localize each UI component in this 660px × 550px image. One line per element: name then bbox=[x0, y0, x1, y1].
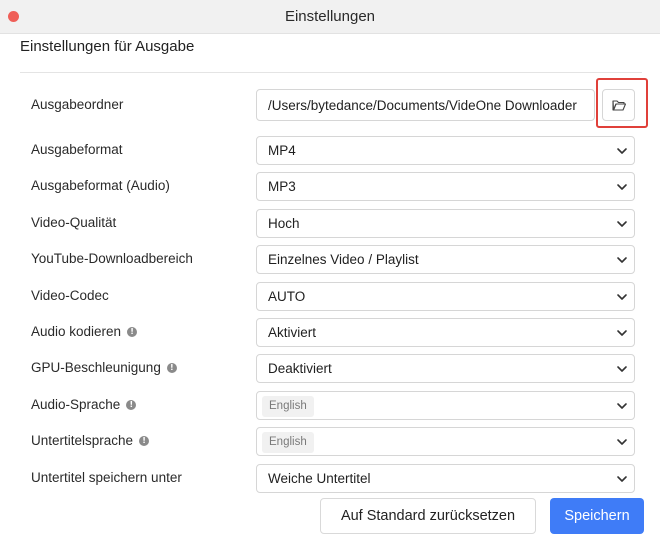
setting-label-video-codec: Video-Codec bbox=[31, 288, 109, 303]
setting-label-text: Video-Qualität bbox=[31, 215, 117, 230]
selected-value: AUTO bbox=[268, 289, 306, 304]
chevron-down-icon bbox=[617, 294, 627, 300]
setting-label-text: Audio-Sprache bbox=[31, 397, 121, 412]
chevron-down-icon bbox=[617, 184, 627, 190]
highlight-box bbox=[596, 78, 648, 128]
setting-label-text: Video-Codec bbox=[31, 288, 109, 303]
chevron-down-icon bbox=[617, 221, 627, 227]
output-folder-path-value: /Users/bytedance/Documents/VideOne Downl… bbox=[268, 98, 577, 113]
chevron-down-icon bbox=[617, 366, 627, 372]
chevron-down-icon bbox=[617, 439, 627, 445]
setting-label-text: Audio kodieren bbox=[31, 324, 122, 339]
setting-select-youtube-range[interactable]: Einzelnes Video / Playlist bbox=[256, 245, 635, 274]
setting-label-gpu-accel: GPU-Beschleunigung! bbox=[31, 360, 177, 375]
setting-select-output-format-audio[interactable]: MP3 bbox=[256, 172, 635, 201]
section-title: Einstellungen für Ausgabe bbox=[20, 38, 195, 55]
setting-select-gpu-accel[interactable]: Deaktiviert bbox=[256, 354, 635, 383]
selected-chip: English bbox=[262, 396, 314, 417]
chevron-down-icon bbox=[617, 476, 627, 482]
output-folder-label: Ausgabeordner bbox=[31, 97, 123, 112]
setting-label-text: YouTube-Downloadbereich bbox=[31, 251, 193, 266]
info-icon[interactable]: ! bbox=[166, 362, 177, 373]
setting-select-video-quality[interactable]: Hoch bbox=[256, 209, 635, 238]
setting-select-subtitle-save-as[interactable]: Weiche Untertitel bbox=[256, 464, 635, 493]
setting-select-audio-encode[interactable]: Aktiviert bbox=[256, 318, 635, 347]
setting-select-video-codec[interactable]: AUTO bbox=[256, 282, 635, 311]
chevron-down-icon bbox=[617, 330, 627, 336]
setting-label-subtitle-language: Untertitelsprache! bbox=[31, 433, 150, 448]
info-icon[interactable]: ! bbox=[127, 326, 138, 337]
selected-value: MP3 bbox=[268, 179, 296, 194]
chevron-down-icon bbox=[617, 257, 627, 263]
chevron-down-icon bbox=[617, 403, 627, 409]
section-divider bbox=[20, 72, 642, 73]
selected-value: Weiche Untertitel bbox=[268, 471, 371, 486]
chevron-down-icon bbox=[617, 148, 627, 154]
selected-chip: English bbox=[262, 432, 314, 453]
setting-label-text: Untertitel speichern unter bbox=[31, 470, 182, 485]
info-icon[interactable]: ! bbox=[139, 435, 150, 446]
setting-select-audio-language[interactable]: English bbox=[256, 391, 635, 420]
selected-value: Aktiviert bbox=[268, 325, 317, 340]
setting-label-text: GPU-Beschleunigung bbox=[31, 360, 161, 375]
setting-label-text: Ausgabeformat (Audio) bbox=[31, 178, 170, 193]
setting-select-output-format[interactable]: MP4 bbox=[256, 136, 635, 165]
selected-value: Hoch bbox=[268, 216, 300, 231]
scrollbar[interactable] bbox=[655, 40, 658, 510]
title-bar: Einstellungen bbox=[0, 0, 660, 34]
setting-label-subtitle-save-as: Untertitel speichern unter bbox=[31, 470, 182, 485]
setting-label-output-format: Ausgabeformat bbox=[31, 142, 123, 157]
selected-value: Deaktiviert bbox=[268, 361, 332, 376]
selected-value: Einzelnes Video / Playlist bbox=[268, 252, 419, 267]
setting-label-output-format-audio: Ausgabeformat (Audio) bbox=[31, 178, 170, 193]
setting-label-audio-language: Audio-Sprache! bbox=[31, 397, 137, 412]
setting-label-audio-encode: Audio kodieren! bbox=[31, 324, 138, 339]
window-title: Einstellungen bbox=[284, 8, 376, 25]
setting-select-subtitle-language[interactable]: English bbox=[256, 427, 635, 456]
setting-label-text: Untertitelsprache bbox=[31, 433, 134, 448]
output-folder-path-field[interactable]: /Users/bytedance/Documents/VideOne Downl… bbox=[256, 89, 595, 121]
info-icon[interactable]: ! bbox=[126, 399, 137, 410]
setting-label-youtube-range: YouTube-Downloadbereich bbox=[31, 251, 193, 266]
selected-value: MP4 bbox=[268, 143, 296, 158]
setting-label-video-quality: Video-Qualität bbox=[31, 215, 116, 230]
save-button[interactable]: Speichern bbox=[550, 498, 644, 534]
output-folder-label-text: Ausgabeordner bbox=[31, 97, 124, 112]
reset-defaults-button[interactable]: Auf Standard zurücksetzen bbox=[320, 498, 536, 534]
setting-label-text: Ausgabeformat bbox=[31, 142, 123, 157]
